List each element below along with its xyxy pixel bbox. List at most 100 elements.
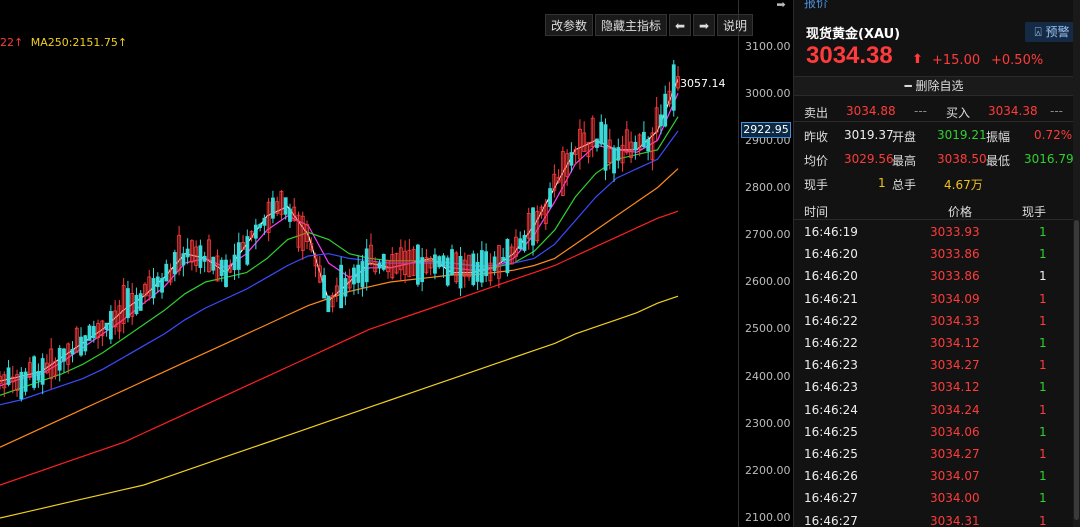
axis-tick: 2100.00	[745, 511, 791, 524]
candle-body	[646, 138, 651, 152]
axis-tick: 2200.00	[745, 464, 791, 477]
minus-icon: ━	[904, 79, 916, 93]
current-price-tag: 2922.95	[741, 122, 791, 138]
low-value: 3016.79	[1024, 152, 1074, 166]
candle-body	[441, 255, 446, 268]
trade-row: 16:46:23 3034.27 1	[794, 355, 1074, 377]
candle-body	[569, 152, 574, 166]
trade-price: 3034.24	[930, 402, 980, 417]
trade-volume: 1	[1039, 469, 1047, 484]
candle-body	[19, 371, 24, 400]
price-axis: 3100.00 3000.00 2900.00 2800.00 2700.00 …	[738, 0, 793, 527]
trade-row: 16:46:25 3034.27 1	[794, 444, 1074, 466]
candle-body	[138, 293, 143, 311]
candle-body	[232, 254, 237, 271]
remove-favorite-label: 删除自选	[915, 79, 964, 93]
trade-time: 16:46:21	[804, 291, 858, 306]
volume-header: 现手	[1022, 205, 1047, 219]
trade-row: 16:46:21 3034.09 1	[794, 289, 1074, 311]
time-header: 时间	[804, 205, 829, 219]
candle-body	[160, 277, 164, 293]
change-params-button[interactable]: 改参数	[545, 14, 594, 36]
kline-chart-area[interactable]: 改参数 隐藏主指标 ⬅ ➡ 说明 22↑ MA250:2151.75↑ 3057…	[0, 0, 793, 527]
alert-label: 预警	[1045, 25, 1070, 39]
candle-body	[356, 264, 361, 283]
collapse-arrow-icon[interactable]: ➡	[770, 0, 792, 12]
candle-body	[458, 255, 463, 289]
trade-row: 16:46:20 3033.86 1	[794, 266, 1074, 288]
total-vol-value: 4.67万	[944, 178, 983, 192]
candle-body	[616, 147, 621, 161]
trade-volume: 1	[1039, 269, 1047, 284]
trade-time: 16:46:25	[804, 424, 858, 439]
trade-time: 16:46:23	[804, 358, 858, 373]
trade-volume: 1	[1039, 225, 1047, 239]
candle-body	[343, 278, 348, 297]
candle-body	[548, 188, 552, 207]
ma-line-3	[0, 130, 679, 406]
trade-row: 16:46:22 3034.12 1	[794, 333, 1074, 355]
left-arrow-icon[interactable]: ⬅	[669, 14, 692, 36]
avg-label: 均价	[804, 154, 829, 168]
prev-close-label: 昨收	[804, 130, 829, 144]
candle-body	[283, 197, 288, 215]
tab-quote[interactable]: 报价	[804, 0, 828, 11]
remove-favorite-button[interactable]: ━ 删除自选	[794, 76, 1074, 96]
candle-body	[198, 245, 203, 268]
candle-body	[253, 224, 258, 239]
candle-body	[172, 252, 177, 275]
candle-body	[518, 238, 523, 250]
amplitude-value: 0.72%	[1034, 128, 1073, 142]
candle-body	[108, 311, 113, 340]
trade-price: 3034.12	[930, 336, 980, 350]
sell-price: 3034.88	[846, 104, 896, 118]
buy-price: 3034.38	[988, 104, 1038, 118]
quote-row: 昨收 3019.37 开盘 3019.21 振幅 0.72%	[794, 124, 1074, 146]
price-change: +15.00	[932, 53, 981, 68]
alert-button[interactable]: ⍓ 预警	[1025, 22, 1079, 42]
high-label: 最高	[892, 154, 917, 168]
trade-price: 3034.27	[930, 447, 980, 461]
candle-body	[181, 253, 186, 266]
trade-time: 16:46:23	[804, 380, 858, 395]
candle-body	[633, 141, 638, 151]
instrument-name: 现货黄金(XAU)	[806, 27, 901, 42]
candle-body	[262, 217, 267, 226]
candle-body	[224, 259, 228, 287]
high-value: 3038.50	[937, 152, 987, 166]
scrollbar[interactable]	[1073, 0, 1080, 527]
trade-time: 16:46:24	[804, 402, 858, 417]
axis-tick: 2800.00	[745, 181, 791, 194]
candle-body	[505, 238, 510, 274]
hide-main-indicator-button[interactable]: 隐藏主指标	[595, 14, 668, 36]
trade-volume: 1	[1039, 424, 1047, 439]
candle-body	[219, 259, 224, 277]
quote-panel: 报价 现货黄金(XAU) ⍓ 预警 3034.38 ⬆ +15.00 +0.50…	[793, 0, 1080, 527]
trade-price: 3034.12	[930, 380, 980, 395]
candle-body	[501, 257, 506, 262]
high-price-label: 3057.14	[680, 77, 726, 90]
candle-body	[492, 256, 497, 271]
kline-chart-canvas[interactable]	[0, 0, 738, 527]
avg-value: 3029.56	[844, 152, 894, 166]
axis-tick: 2700.00	[745, 228, 791, 241]
candle-body	[360, 261, 365, 288]
cur-vol-value: 1	[878, 176, 886, 190]
cur-vol-label: 现手	[804, 178, 829, 192]
candle-body	[164, 263, 169, 282]
trade-price: 3034.07	[930, 469, 980, 484]
candle-body	[155, 276, 160, 288]
candle-body	[641, 131, 646, 148]
trade-time: 16:46:20	[804, 269, 858, 284]
prev-close-value: 3019.37	[844, 128, 894, 142]
candle-body	[445, 257, 450, 286]
scrollbar-thumb[interactable]	[1074, 220, 1079, 520]
trade-time: 16:46:19	[804, 225, 858, 239]
axis-tick: 2600.00	[745, 275, 791, 288]
trade-row: 16:46:20 3033.86 1	[794, 244, 1074, 266]
axis-tick: 2300.00	[745, 417, 791, 430]
candle-body	[531, 207, 535, 246]
trade-volume: 1	[1039, 380, 1047, 395]
right-arrow-icon[interactable]: ➡	[693, 14, 716, 36]
ma250-legend-item: MA250:2151.75↑	[30, 36, 128, 49]
